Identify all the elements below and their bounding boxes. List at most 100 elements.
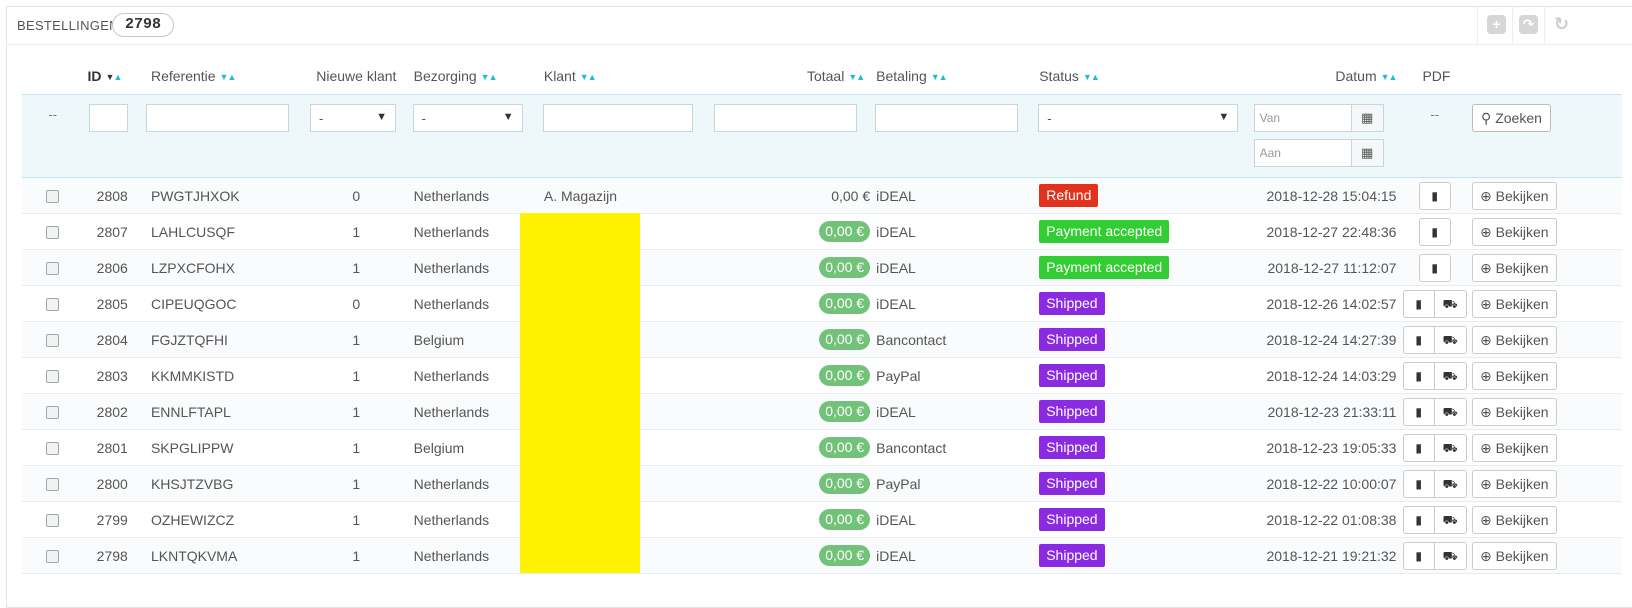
caret-down-icon: ▼ — [502, 111, 514, 123]
filter-total-input[interactable] — [714, 104, 858, 132]
row-select-cell — [22, 249, 84, 286]
table-row[interactable]: 2807 LAHLCUSQF 1 Netherlands 0,00 € iDEA… — [22, 213, 1622, 250]
order-status-cell: Shipped — [1033, 321, 1249, 358]
header-delivery[interactable]: Bezorging ▼▲ — [408, 58, 538, 95]
header-total[interactable]: Totaal ▼▲ — [709, 58, 870, 95]
row-checkbox[interactable] — [46, 226, 60, 240]
delivery-truck-icon[interactable]: ⛟ — [1434, 541, 1467, 570]
invoice-pdf-icon[interactable]: ▮ — [1418, 181, 1451, 210]
date-to-input[interactable]: Aan — [1253, 139, 1352, 167]
header-reference[interactable]: Referentie ▼▲ — [141, 58, 305, 95]
sort-icon[interactable]: ▼▲ — [1381, 72, 1398, 82]
calendar-icon[interactable]: ▦ — [1351, 104, 1384, 132]
calendar-icon[interactable]: ▦ — [1351, 139, 1384, 167]
zoom-in-icon: ⊕ — [1480, 295, 1492, 312]
view-button[interactable]: ⊕ Bekijken — [1472, 541, 1557, 570]
order-pdf-cell: ▮ ⛟ — [1402, 393, 1468, 430]
export-icon[interactable]: ↷ — [1519, 15, 1538, 34]
order-reference: KKMMKISTD — [140, 357, 306, 394]
delivery-truck-icon[interactable]: ⛟ — [1434, 469, 1467, 498]
row-checkbox[interactable] — [46, 406, 60, 420]
filter-payment-input[interactable] — [875, 104, 1019, 132]
table-row[interactable]: 2804 FGJZTQFHI 1 Belgium 0,00 € Banconta… — [22, 321, 1622, 358]
view-button[interactable]: ⊕ Bekijken — [1472, 469, 1557, 498]
order-date: 2018-12-24 14:03:29 — [1248, 357, 1403, 394]
delivery-truck-icon[interactable]: ⛟ — [1434, 505, 1467, 534]
filter-customer-input[interactable] — [542, 104, 693, 132]
view-button[interactable]: ⊕ Bekijken — [1472, 253, 1557, 282]
order-new-customer: 1 — [305, 321, 408, 358]
zoom-in-icon: ⊕ — [1480, 511, 1492, 528]
filter-delivery-select[interactable]: - ▼ — [412, 104, 523, 132]
view-button[interactable]: ⊕ Bekijken — [1472, 505, 1557, 534]
filter-reference-input[interactable] — [145, 104, 289, 132]
refresh-icon[interactable]: ↻ — [1552, 15, 1571, 34]
header-status[interactable]: Status ▼▲ — [1033, 58, 1248, 95]
invoice-pdf-icon[interactable]: ▮ — [1402, 541, 1435, 570]
invoice-pdf-icon[interactable]: ▮ — [1402, 433, 1435, 462]
header-pdf: PDF — [1422, 68, 1451, 84]
row-checkbox[interactable] — [46, 334, 60, 348]
view-button[interactable]: ⊕ Bekijken — [1472, 325, 1557, 354]
table-row[interactable]: 2800 KHSJTZVBG 1 Netherlands 0,00 € PayP… — [22, 465, 1622, 502]
invoice-pdf-icon[interactable]: ▮ — [1418, 253, 1451, 282]
order-date: 2018-12-21 19:21:32 — [1248, 537, 1403, 574]
delivery-truck-icon[interactable]: ⛟ — [1434, 289, 1467, 318]
table-row[interactable]: 2808 PWGTJHXOK 0 Netherlands A. Magazijn… — [22, 177, 1622, 214]
invoice-pdf-icon[interactable]: ▮ — [1402, 505, 1435, 534]
sort-icon[interactable]: ▼▲ — [106, 72, 123, 82]
row-checkbox[interactable] — [46, 478, 60, 492]
sort-icon[interactable]: ▼▲ — [848, 72, 865, 82]
delivery-truck-icon[interactable]: ⛟ — [1434, 325, 1467, 354]
header-payment[interactable]: Betaling ▼▲ — [870, 58, 1033, 95]
invoice-pdf-icon[interactable]: ▮ — [1402, 361, 1435, 390]
delivery-truck-icon[interactable]: ⛟ — [1434, 361, 1467, 390]
view-button[interactable]: ⊕ Bekijken — [1472, 289, 1557, 318]
view-button[interactable]: ⊕ Bekijken — [1472, 361, 1557, 390]
filter-id-input[interactable] — [88, 104, 128, 132]
add-icon[interactable]: + — [1487, 15, 1506, 34]
filter-status-select[interactable]: - ▼ — [1038, 104, 1239, 132]
sort-icon[interactable]: ▼▲ — [931, 72, 948, 82]
row-select-cell — [22, 537, 84, 574]
table-row[interactable]: 2806 LZPXCFOHX 1 Netherlands 0,00 € iDEA… — [22, 249, 1622, 286]
order-pdf-cell: ▮ ⛟ — [1402, 537, 1468, 574]
invoice-pdf-icon[interactable]: ▮ — [1402, 325, 1435, 354]
invoice-pdf-icon[interactable]: ▮ — [1402, 289, 1435, 318]
row-checkbox[interactable] — [46, 298, 60, 312]
sort-icon[interactable]: ▼▲ — [481, 72, 498, 82]
row-checkbox[interactable] — [46, 370, 60, 384]
table-row[interactable]: 2798 LKNTQKVMA 1 Netherlands 0,00 € iDEA… — [22, 537, 1622, 574]
invoice-pdf-icon[interactable]: ▮ — [1418, 217, 1451, 246]
sort-icon[interactable]: ▼▲ — [220, 72, 237, 82]
row-checkbox[interactable] — [46, 442, 60, 456]
invoice-pdf-icon[interactable]: ▮ — [1402, 397, 1435, 426]
table-row[interactable]: 2803 KKMMKISTD 1 Netherlands 0,00 € PayP… — [22, 357, 1622, 394]
view-button[interactable]: ⊕ Bekijken — [1472, 217, 1557, 246]
header-date[interactable]: Datum ▼▲ — [1249, 58, 1403, 95]
view-button[interactable]: ⊕ Bekijken — [1472, 181, 1557, 210]
view-button[interactable]: ⊕ Bekijken — [1472, 433, 1557, 462]
row-checkbox[interactable] — [46, 262, 60, 276]
pdf-button-group: ▮ ⛟ — [1402, 541, 1467, 570]
table-row[interactable]: 2799 OZHEWIZCZ 1 Netherlands 0,00 € iDEA… — [22, 501, 1622, 538]
view-button[interactable]: ⊕ Bekijken — [1472, 397, 1557, 426]
table-row[interactable]: 2802 ENNLFTAPL 1 Netherlands 0,00 € iDEA… — [22, 393, 1622, 430]
row-checkbox[interactable] — [46, 550, 60, 564]
status-badge: Payment accepted — [1039, 256, 1170, 279]
table-row[interactable]: 2801 SKPGLIPPW 1 Belgium 0,00 € Banconta… — [22, 429, 1622, 466]
invoice-pdf-icon[interactable]: ▮ — [1402, 469, 1435, 498]
delivery-truck-icon[interactable]: ⛟ — [1434, 433, 1467, 462]
total-badge: 0,00 € — [819, 365, 871, 386]
header-customer[interactable]: Klant ▼▲ — [538, 58, 709, 95]
row-checkbox[interactable] — [46, 190, 60, 204]
header-id[interactable]: ID ▼▲ — [84, 58, 141, 95]
sort-icon[interactable]: ▼▲ — [580, 72, 597, 82]
sort-icon[interactable]: ▼▲ — [1083, 72, 1100, 82]
row-checkbox[interactable] — [46, 514, 60, 528]
search-button[interactable]: ⚲ Zoeken — [1472, 104, 1551, 132]
date-from-input[interactable]: Van — [1253, 104, 1352, 132]
delivery-truck-icon[interactable]: ⛟ — [1434, 397, 1467, 426]
filter-new-customer-select[interactable]: - ▼ — [310, 104, 397, 132]
table-row[interactable]: 2805 CIPEUQGOC 0 Netherlands 0,00 € iDEA… — [22, 285, 1622, 322]
